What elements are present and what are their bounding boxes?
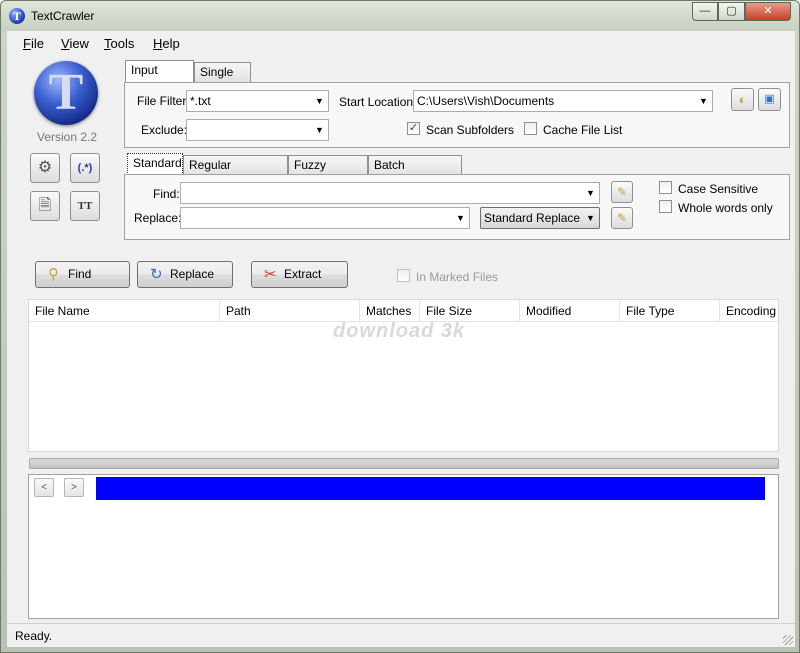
chevron-down-icon: ▼ [586, 213, 595, 223]
document-icon: 🗎 [38, 197, 52, 214]
status-text: Ready. [15, 629, 53, 643]
replace-label: Replace: [134, 211, 182, 225]
whole-words-checkbox[interactable] [659, 200, 672, 213]
window-icon: ▣ [764, 93, 775, 105]
text-icon: TT [77, 200, 93, 212]
folder-icon: ◐ [738, 92, 747, 107]
column-matches[interactable]: Matches [360, 300, 420, 322]
results-header: File Name Path Matches File Size Modifie… [29, 300, 778, 322]
search-panel: Find: ▼ Replace: ▼ Standard Replace ▼ ✎ … [124, 174, 790, 240]
chevron-down-icon: ▼ [699, 96, 708, 106]
column-modified[interactable]: Modified [520, 300, 620, 322]
cache-file-list-checkbox[interactable] [524, 122, 537, 135]
next-button[interactable]: > [64, 478, 84, 497]
in-marked-files-label: In Marked Files [416, 270, 499, 284]
replace-button[interactable]: ↻ Replace [137, 261, 233, 288]
title-bar: T TextCrawler — ▢ ✕ [1, 1, 799, 31]
chevron-down-icon: ▼ [315, 125, 324, 135]
app-logo: T [34, 61, 98, 125]
previous-button[interactable]: < [34, 478, 54, 497]
exclude-combo[interactable]: ▼ [186, 119, 329, 141]
menu-help[interactable]: Help [153, 36, 180, 51]
scissors-icon: ✂ [264, 266, 277, 283]
case-sensitive-checkbox[interactable] [659, 181, 672, 194]
whole-words-label: Whole words only [678, 201, 773, 215]
tab-single-file[interactable]: Single File [194, 62, 251, 98]
start-location-combo[interactable]: C:\Users\Vish\Documents ▼ [413, 90, 713, 112]
replace-combo[interactable]: ▼ [180, 207, 470, 229]
tab-fuzzy-search[interactable]: Fuzzy Search [288, 155, 368, 191]
window-title: TextCrawler [31, 9, 95, 23]
menu-file[interactable]: File [23, 36, 44, 51]
regex-icon: (.*) [77, 162, 93, 174]
tab-input-folder[interactable]: Input Folder [125, 60, 194, 96]
cache-file-list-label: Cache File List [543, 123, 623, 137]
version-label: Version 2.2 [37, 130, 98, 144]
edit-find-button[interactable]: ✎ [611, 181, 633, 203]
folder-panel: File Filter: *.txt ▼ Exclude: ▼ Start Lo… [124, 82, 790, 148]
gear-icon: ⚙ [37, 159, 53, 176]
column-encoding[interactable]: Encoding [720, 300, 778, 322]
app-icon: T [9, 8, 25, 24]
column-file-name[interactable]: File Name [29, 300, 220, 322]
minimize-button[interactable]: — [692, 2, 718, 21]
menu-tools[interactable]: Tools [104, 36, 134, 51]
column-file-type[interactable]: File Type [620, 300, 720, 322]
text-tools-button[interactable]: TT [70, 191, 100, 221]
preview-pane[interactable]: < > [28, 474, 779, 619]
watermark: download 3k [333, 320, 466, 342]
client-area: File View Tools Help T Version 2.2 ⚙ (.*… [7, 31, 795, 647]
replace-mode-select[interactable]: Standard Replace ▼ [480, 207, 600, 229]
file-filter-combo[interactable]: *.txt ▼ [186, 90, 329, 112]
find-button[interactable]: ⚲ Find [35, 261, 130, 288]
status-bar: Ready. [7, 623, 795, 647]
chevron-down-icon: ▼ [315, 96, 324, 106]
tab-standard[interactable]: Standard [127, 153, 183, 175]
tab-batch-commands[interactable]: Batch Commands [368, 155, 462, 191]
maximize-button[interactable]: ▢ [718, 2, 745, 21]
close-button[interactable]: ✕ [745, 2, 791, 21]
results-horizontal-scrollbar[interactable] [29, 458, 779, 469]
in-marked-files-checkbox[interactable] [397, 269, 410, 282]
case-sensitive-label: Case Sensitive [678, 182, 759, 196]
tab-regular-expression[interactable]: Regular Expression [183, 155, 288, 191]
file-filter-label: File Filter: [137, 94, 190, 108]
resize-grip-icon[interactable] [783, 635, 793, 645]
settings-button[interactable]: ⚙ [30, 153, 60, 183]
menu-bar: File View Tools Help [7, 31, 795, 55]
find-combo[interactable]: ▼ [180, 182, 600, 204]
exclude-label: Exclude: [141, 123, 188, 137]
regex-tester-button[interactable]: (.*) [70, 153, 100, 183]
pencil-icon: ✎ [616, 211, 628, 225]
results-list[interactable]: File Name Path Matches File Size Modifie… [28, 299, 779, 452]
preview-highlight-bar [96, 477, 765, 500]
scan-subfolders-label: Scan Subfolders [426, 123, 515, 137]
app-window: T TextCrawler — ▢ ✕ File View Tools Help… [0, 0, 800, 653]
browse-folder-button[interactable]: ◐ [731, 88, 754, 111]
edit-replace-button[interactable]: ✎ [611, 207, 633, 229]
column-path[interactable]: Path [220, 300, 360, 322]
folder-options-button[interactable]: ▣ [758, 88, 781, 111]
magnifier-icon: ⚲ [48, 266, 59, 283]
start-location-label: Start Location: [339, 95, 417, 109]
find-label: Find: [153, 187, 180, 201]
chevron-down-icon: ▼ [586, 188, 595, 198]
replace-arrows-icon: ↻ [150, 266, 163, 283]
scan-subfolders-checkbox[interactable]: ✓ [407, 122, 420, 135]
column-file-size[interactable]: File Size [420, 300, 520, 322]
document-button[interactable]: 🗎 [30, 191, 60, 221]
chevron-down-icon: ▼ [456, 213, 465, 223]
pencil-icon: ✎ [616, 185, 628, 199]
menu-view[interactable]: View [61, 36, 89, 51]
extract-button[interactable]: ✂ Extract [251, 261, 348, 288]
